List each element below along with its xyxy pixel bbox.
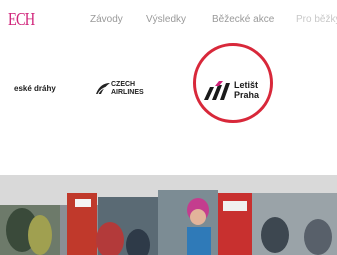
nav-item-vysledky[interactable]: Výsledky (146, 14, 186, 25)
top-navigation: ECH Závody Výsledky Běžecké akce Pro běž… (0, 0, 337, 40)
partner-ceske-drahy[interactable]: eské dráhy (14, 84, 56, 94)
runners-photo-image (0, 175, 337, 255)
czech-airlines-line1: CZECH (111, 81, 136, 88)
nav-item-pro-bezky[interactable]: Pro běžky (296, 14, 337, 25)
partners-strip: eské dráhy CZECH AIRLINES Letišt Praha (0, 60, 337, 120)
czech-airlines-line2: AIRLINES (111, 89, 144, 96)
highlight-circle (193, 43, 273, 123)
brand-logo[interactable]: ECH (8, 9, 35, 30)
ceske-drahy-name: eské dráhy (14, 84, 56, 93)
runners-photo (0, 175, 337, 255)
czech-airlines-text: CZECH AIRLINES (111, 81, 144, 97)
nav-item-bezecke-akce[interactable]: Běžecké akce (212, 14, 274, 25)
nav-item-zavody[interactable]: Závody (90, 14, 123, 25)
czech-airlines-wing-icon (96, 83, 110, 95)
